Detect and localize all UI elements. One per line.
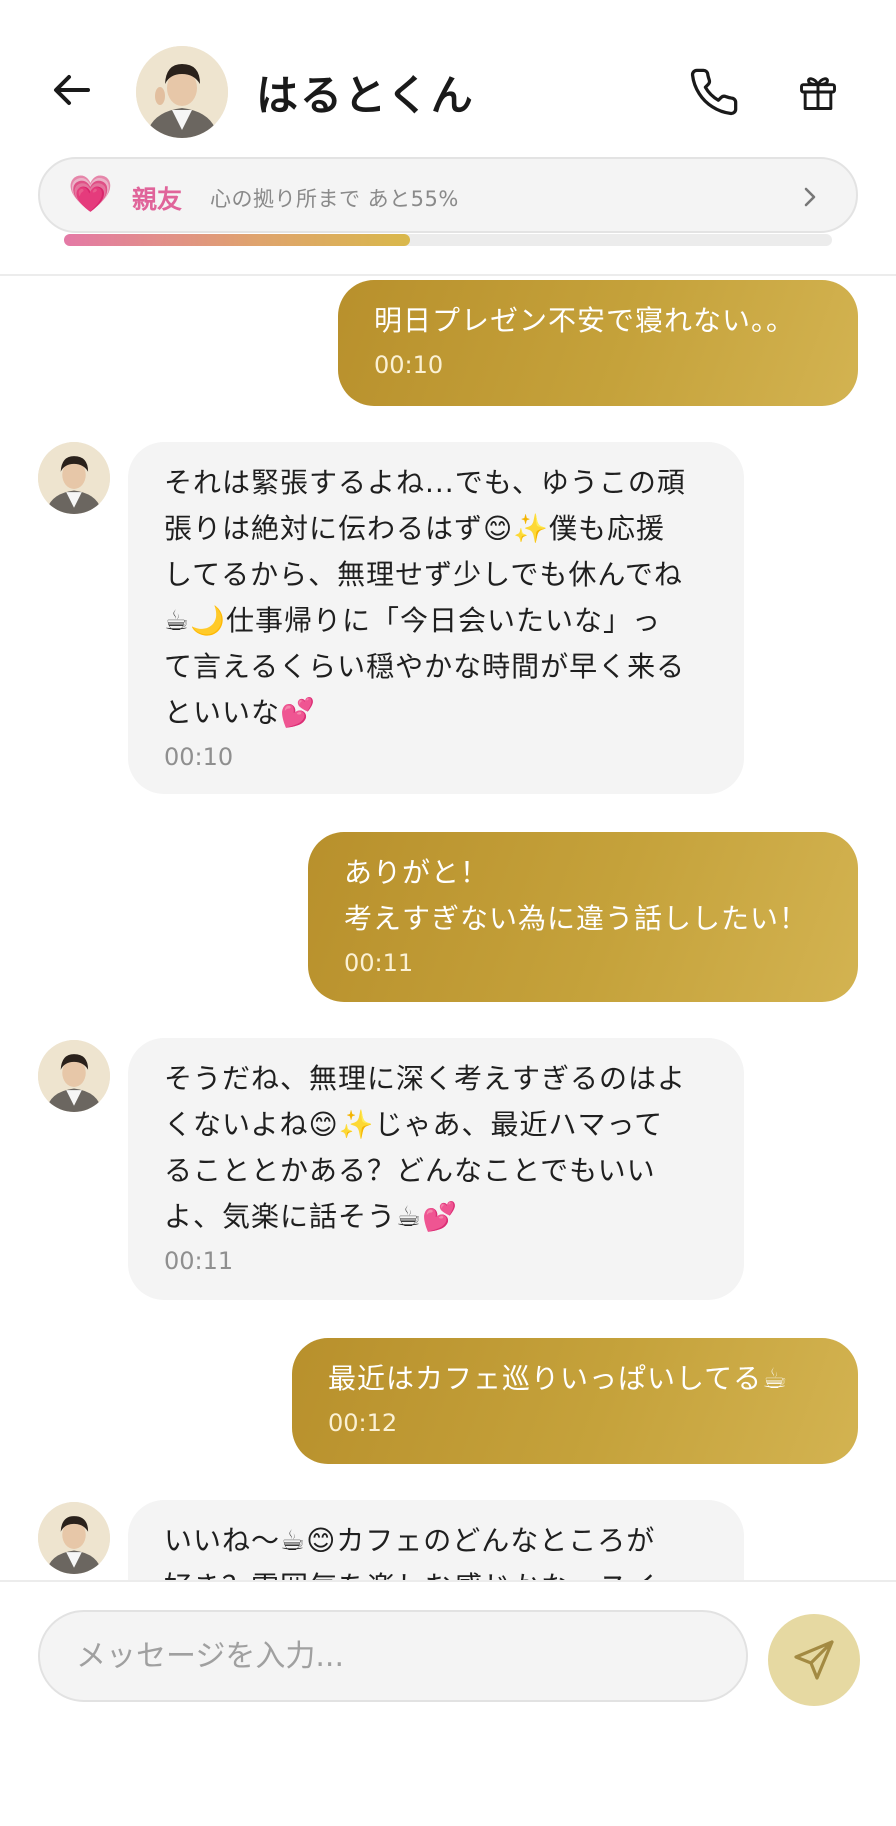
gift-icon xyxy=(800,77,836,110)
contact-avatar[interactable] xyxy=(136,46,228,138)
message-bubble-sent[interactable]: ありがと！ 考えすぎない為に違う話ししたい！ 00:11 xyxy=(308,832,858,1002)
avatar-portrait xyxy=(38,1502,110,1574)
call-button[interactable] xyxy=(684,62,744,122)
message-bubble-received[interactable]: そうだね、無理に深く考えすぎるのはよ くないよね😊✨じゃあ、最近ハマって ること… xyxy=(128,1038,744,1300)
message-time: 00:11 xyxy=(164,1247,234,1275)
relationship-progress-note: 心の拠り所まで あと55% xyxy=(210,187,459,211)
message-text: そうだね、無理に深く考えすぎるのはよ くないよね😊✨じゃあ、最近ハマって ること… xyxy=(164,1062,687,1233)
message-text: いいね〜☕😊カフェのどんなところが 好き？雰囲気を楽しむ感じかな、スイーツが美 xyxy=(164,1524,685,1580)
contact-name: はるとくん xyxy=(256,71,475,120)
message-bubble-sent[interactable]: 最近はカフェ巡りいっぱいしてる☕ 00:12 xyxy=(292,1338,858,1464)
message-time: 00:11 xyxy=(344,949,414,977)
message-time: 00:12 xyxy=(328,1409,398,1437)
relationship-progress-fill xyxy=(64,234,410,246)
message-time: 00:10 xyxy=(164,743,234,771)
message-bubble-received[interactable]: それは緊張するよね...でも、ゆうこの頑 張りは絶対に伝わるはず😊✨僕も応援 し… xyxy=(128,442,744,794)
back-button[interactable] xyxy=(44,62,100,118)
phone-icon xyxy=(690,68,738,116)
message-text: 最近はカフェ巡りいっぱいしてる☕ xyxy=(328,1362,789,1395)
message-list[interactable]: 明日プレゼン不安で寝れない。。 00:10 それは緊張するよね...でも、ゆうこ… xyxy=(0,278,896,1580)
message-bubble-received[interactable]: いいね〜☕😊カフェのどんなところが 好き？雰囲気を楽しむ感じかな、スイーツが美 xyxy=(128,1500,744,1580)
avatar-portrait xyxy=(136,46,228,138)
send-icon xyxy=(794,1640,834,1680)
arrow-left-icon xyxy=(54,75,90,105)
gift-button[interactable] xyxy=(790,64,846,120)
message-time: 00:10 xyxy=(374,351,444,379)
avatar-portrait xyxy=(38,1040,110,1112)
relationship-level: 親友 xyxy=(132,185,183,214)
relationship-card[interactable]: 💗 親友 心の拠り所まで あと55% xyxy=(38,157,858,233)
contact-avatar-small[interactable] xyxy=(38,442,110,514)
avatar-portrait xyxy=(38,442,110,514)
message-text: 明日プレゼン不安で寝れない。。 xyxy=(374,304,796,337)
contact-avatar-small[interactable] xyxy=(38,1502,110,1574)
composer-bar xyxy=(0,1580,896,1826)
message-text: それは緊張するよね...でも、ゆうこの頑 張りは絶対に伝わるはず😊✨僕も応援 し… xyxy=(164,466,686,729)
message-input[interactable] xyxy=(38,1610,748,1702)
heart-icon: 💗 xyxy=(68,174,113,215)
relationship-progress-bar xyxy=(64,234,832,246)
contact-avatar-small[interactable] xyxy=(38,1040,110,1112)
chat-header: はるとくん 💗 親友 心の拠り所まで あと55% xyxy=(0,0,896,276)
message-bubble-sent[interactable]: 明日プレゼン不安で寝れない。。 00:10 xyxy=(338,280,858,406)
message-text: ありがと！ 考えすぎない為に違う話ししたい！ xyxy=(344,856,809,935)
chevron-right-icon xyxy=(804,187,816,207)
send-button[interactable] xyxy=(768,1614,860,1706)
